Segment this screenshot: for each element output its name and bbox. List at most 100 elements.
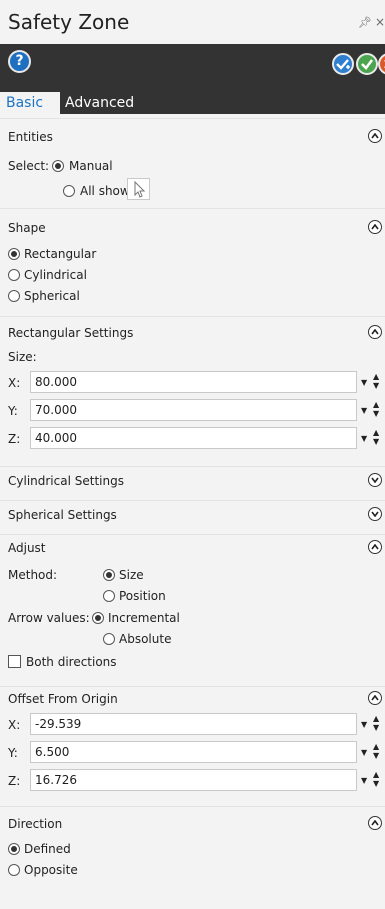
- both-directions-checkbox[interactable]: [8, 655, 21, 668]
- opposite-radio[interactable]: [8, 864, 20, 876]
- section-spherical-settings[interactable]: Spherical Settings: [0, 500, 385, 530]
- section-direction: Direction Defined Opposite: [0, 806, 385, 909]
- apply-button[interactable]: [332, 53, 354, 75]
- offset-z-field[interactable]: 16.726: [30, 769, 357, 791]
- collapse-button[interactable]: [368, 540, 382, 554]
- chevron-up-icon: [371, 544, 379, 550]
- rectangular-label: Rectangular: [24, 247, 97, 261]
- section-shape: Shape Rectangular Cylindrical Spherical: [0, 208, 385, 312]
- all-shown-radio[interactable]: [63, 185, 75, 197]
- cancel-icon: [384, 60, 385, 68]
- decrement-icon[interactable]: ▼: [373, 381, 379, 390]
- manual-radio[interactable]: [52, 160, 64, 172]
- chevron-up-icon: [371, 133, 379, 139]
- method-position-radio[interactable]: [103, 590, 115, 602]
- decrement-icon[interactable]: ▼: [373, 723, 379, 732]
- close-icon[interactable]: ×: [375, 15, 385, 29]
- collapse-button[interactable]: [368, 691, 382, 705]
- defined-label: Defined: [24, 842, 71, 856]
- y-label: Y:: [8, 404, 18, 418]
- chevron-up-icon: [371, 329, 379, 335]
- offset-y-spinner[interactable]: ▼ ▲ ▼: [361, 741, 385, 763]
- decrement-icon[interactable]: ▼: [373, 751, 379, 760]
- section-title: Entities: [8, 130, 53, 144]
- chevron-up-icon: [371, 695, 379, 701]
- expand-button[interactable]: [368, 507, 382, 521]
- absolute-label: Absolute: [119, 632, 172, 646]
- increment-icon[interactable]: ▲: [373, 372, 379, 381]
- ok-icon: [361, 59, 374, 70]
- size-label: Size:: [8, 350, 37, 364]
- opposite-label: Opposite: [24, 863, 78, 877]
- section-rectangular-settings: Rectangular Settings Size: X: 80.000 ▼ ▲ ▼…: [0, 316, 385, 462]
- chevron-down-icon: [371, 511, 379, 517]
- increment-icon[interactable]: ▲: [373, 770, 379, 779]
- absolute-radio[interactable]: [103, 633, 115, 645]
- dropdown-icon[interactable]: ▼: [361, 776, 367, 785]
- ok-button[interactable]: [356, 53, 378, 75]
- section-title: Shape: [8, 221, 46, 235]
- size-z-spinner[interactable]: ▼ ▲ ▼: [361, 427, 385, 449]
- window-title: Safety Zone: [8, 10, 130, 34]
- section-title: Direction: [8, 817, 63, 831]
- increment-icon[interactable]: ▲: [373, 742, 379, 751]
- collapse-button[interactable]: [368, 129, 382, 143]
- size-y-spinner[interactable]: ▼ ▲ ▼: [361, 399, 385, 421]
- tab-basic[interactable]: Basic: [0, 92, 60, 114]
- offset-x-field[interactable]: -29.539: [30, 713, 357, 735]
- section-offset-from-origin: Offset From Origin X: -29.539 ▼ ▲ ▼ Y: 6.5…: [0, 686, 385, 802]
- x-label: X:: [8, 718, 21, 732]
- offset-z-spinner[interactable]: ▼ ▲ ▼: [361, 769, 385, 791]
- z-label: Z:: [8, 432, 21, 446]
- method-label: Method:: [8, 568, 58, 582]
- size-x-spinner[interactable]: ▼ ▲ ▼: [361, 371, 385, 393]
- toolbar: ?: [0, 44, 385, 90]
- defined-radio[interactable]: [8, 843, 20, 855]
- section-title: Adjust: [8, 541, 46, 555]
- decrement-icon[interactable]: ▼: [373, 409, 379, 418]
- dropdown-icon[interactable]: ▼: [361, 378, 367, 387]
- expand-button[interactable]: [368, 473, 382, 487]
- section-title: Spherical Settings: [8, 508, 117, 522]
- dropdown-icon[interactable]: ▼: [361, 434, 367, 443]
- size-z-field[interactable]: 40.000: [30, 427, 357, 449]
- cylindrical-radio[interactable]: [8, 269, 20, 281]
- x-label: X:: [8, 376, 21, 390]
- collapse-button[interactable]: [368, 325, 382, 339]
- collapse-button[interactable]: [368, 816, 382, 830]
- help-button[interactable]: ?: [8, 50, 31, 73]
- collapse-button[interactable]: [368, 220, 382, 234]
- method-size-radio[interactable]: [103, 569, 115, 581]
- offset-x-spinner[interactable]: ▼ ▲ ▼: [361, 713, 385, 735]
- size-y-field[interactable]: 70.000: [30, 399, 357, 421]
- increment-icon[interactable]: ▲: [373, 428, 379, 437]
- cylindrical-label: Cylindrical: [24, 268, 87, 282]
- dropdown-icon[interactable]: ▼: [361, 748, 367, 757]
- pin-icon[interactable]: 📌︎: [358, 16, 372, 29]
- select-label: Select:: [8, 159, 50, 173]
- y-label: Y:: [8, 746, 18, 760]
- decrement-icon[interactable]: ▼: [373, 779, 379, 788]
- cancel-button[interactable]: [378, 53, 385, 75]
- both-directions-label: Both directions: [26, 655, 117, 669]
- dropdown-icon[interactable]: ▼: [361, 720, 367, 729]
- pick-entities-button[interactable]: [127, 178, 150, 200]
- section-title: Offset From Origin: [8, 692, 118, 706]
- arrow-values-label: Arrow values:: [8, 611, 90, 625]
- tab-advanced[interactable]: Advanced: [60, 92, 134, 114]
- section-title: Cylindrical Settings: [8, 474, 124, 488]
- section-cylindrical-settings[interactable]: Cylindrical Settings: [0, 466, 385, 496]
- title-bar: Safety Zone 📌︎ ×: [0, 0, 385, 44]
- section-title: Rectangular Settings: [8, 326, 134, 340]
- rectangular-radio[interactable]: [8, 248, 20, 260]
- dropdown-icon[interactable]: ▼: [361, 406, 367, 415]
- offset-y-field[interactable]: 6.500: [30, 741, 357, 763]
- size-x-field[interactable]: 80.000: [30, 371, 357, 393]
- decrement-icon[interactable]: ▼: [373, 437, 379, 446]
- increment-icon[interactable]: ▲: [373, 714, 379, 723]
- chevron-up-icon: [371, 224, 379, 230]
- spherical-radio[interactable]: [8, 290, 20, 302]
- increment-icon[interactable]: ▲: [373, 400, 379, 409]
- incremental-radio[interactable]: [92, 612, 104, 624]
- chevron-down-icon: [371, 477, 379, 483]
